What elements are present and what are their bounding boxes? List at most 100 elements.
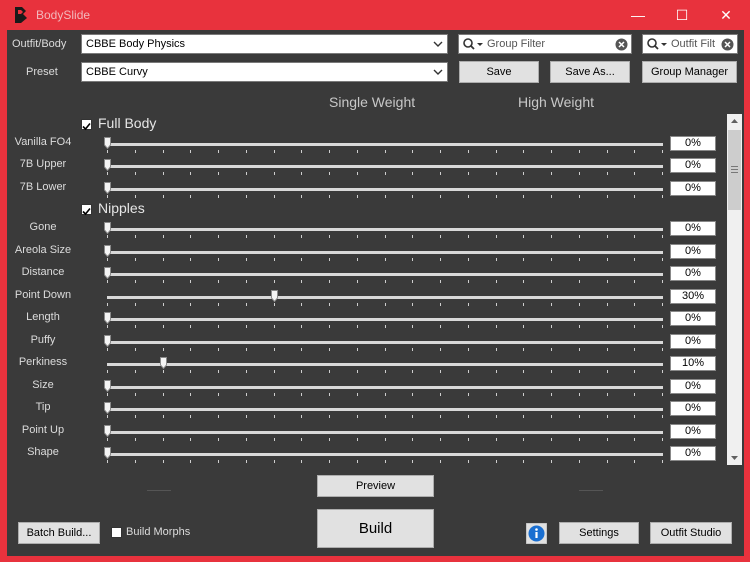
info-icon[interactable] [526, 523, 547, 544]
slider-label: 7B Lower [19, 181, 67, 193]
group-manager-button[interactable]: Group Manager [642, 61, 737, 83]
slider-ticks [107, 438, 663, 441]
slider-track[interactable] [107, 188, 663, 191]
slider-track[interactable] [107, 431, 663, 434]
slider-thumb[interactable] [104, 137, 111, 149]
clear-icon[interactable] [721, 38, 734, 51]
group-label: Nipples [98, 200, 145, 216]
slider-row: Shape 0% [7, 444, 727, 466]
slider-value-input[interactable]: 0% [670, 424, 716, 439]
single-weight-header: Single Weight [329, 94, 416, 110]
slider-value-input[interactable]: 0% [670, 158, 716, 173]
save-button[interactable]: Save [459, 61, 539, 83]
slider-track[interactable] [107, 386, 663, 389]
slider-label: Shape [27, 446, 59, 458]
slider-thumb[interactable] [104, 222, 111, 234]
preset-select[interactable]: CBBE Curvy [81, 62, 448, 82]
slider-row: Length 0% [7, 309, 727, 331]
slider-thumb[interactable] [104, 312, 111, 324]
slider-ticks [107, 280, 663, 283]
search-icon [647, 38, 667, 50]
window-title: BodySlide [36, 8, 91, 22]
slider-track[interactable] [107, 453, 663, 456]
close-button[interactable]: ✕ [704, 0, 748, 30]
slider-thumb[interactable] [104, 402, 111, 414]
slider-thumb[interactable] [104, 159, 111, 171]
slider-label: Point Up [21, 424, 65, 436]
slider-value-input[interactable]: 10% [670, 356, 716, 371]
scroll-up-icon[interactable] [730, 117, 739, 126]
outfit-body-select[interactable]: CBBE Body Physics [81, 34, 448, 54]
maximize-button[interactable]: ☐ [660, 0, 704, 30]
slider-ticks [107, 393, 663, 396]
build-morphs-checkbox[interactable] [111, 527, 122, 538]
slider-scrollbar[interactable] [727, 114, 742, 465]
outfit-body-value: CBBE Body Physics [86, 38, 186, 50]
slider-value-input[interactable]: 30% [670, 289, 716, 304]
slider-thumb[interactable] [159, 357, 167, 369]
title-bar: BodySlide — ☐ ✕ [0, 0, 750, 30]
slider-track[interactable] [107, 273, 663, 276]
outfit-studio-button[interactable]: Outfit Studio [650, 522, 732, 544]
slider-ticks [107, 415, 663, 418]
slider-thumb[interactable] [104, 380, 111, 392]
slider-value-input[interactable]: 0% [670, 266, 716, 281]
build-button[interactable]: Build [317, 509, 434, 548]
minimize-button[interactable]: — [616, 0, 660, 30]
slider-track[interactable] [107, 228, 663, 231]
group-checkbox-1[interactable] [81, 204, 92, 216]
group-label: Full Body [98, 115, 157, 131]
slider-value-input[interactable]: 0% [670, 379, 716, 394]
slider-row: 7B Lower 0% [7, 179, 727, 201]
slider-track[interactable] [107, 296, 663, 299]
preview-button[interactable]: Preview [317, 475, 434, 497]
slider-row: Distance 0% [7, 264, 727, 286]
scroll-thumb[interactable] [728, 130, 741, 210]
slider-value-input[interactable]: 0% [670, 311, 716, 326]
slider-track[interactable] [107, 408, 663, 411]
slider-track[interactable] [107, 341, 663, 344]
group-filter-input[interactable]: Group Filter [458, 34, 632, 54]
slider-value-input[interactable]: 0% [670, 446, 716, 461]
slider-value-input[interactable]: 0% [670, 401, 716, 416]
slider-value-input[interactable]: 0% [670, 244, 716, 259]
slider-row: Point Down 30% [7, 287, 727, 309]
outfit-body-label: Outfit/Body [12, 38, 67, 50]
slider-track[interactable] [107, 165, 663, 168]
slider-thumb[interactable] [104, 335, 111, 347]
slider-ticks [107, 258, 663, 261]
settings-button[interactable]: Settings [559, 522, 639, 544]
slider-label: Distance [21, 266, 65, 278]
slider-thumb[interactable] [270, 290, 278, 302]
slider-value-input[interactable]: 0% [670, 181, 716, 196]
save-as-button[interactable]: Save As... [550, 61, 630, 83]
high-weight-header: High Weight [518, 94, 595, 110]
slider-track[interactable] [107, 143, 663, 146]
group-checkbox-0[interactable] [81, 119, 92, 131]
slider-thumb[interactable] [104, 245, 111, 257]
slider-track[interactable] [107, 251, 663, 254]
outfit-filter-input[interactable]: Outfit Filter [642, 34, 738, 54]
slider-ticks [107, 172, 663, 175]
scroll-down-icon[interactable] [730, 453, 739, 462]
slider-row: 7B Upper 0% [7, 156, 727, 178]
slider-thumb[interactable] [104, 182, 111, 194]
preset-label: Preset [26, 66, 58, 78]
clear-icon[interactable] [615, 38, 628, 51]
slider-thumb[interactable] [104, 267, 111, 279]
divider [147, 490, 171, 491]
batch-build-button[interactable]: Batch Build... [18, 522, 100, 544]
slider-track[interactable] [107, 318, 663, 321]
slider-value-input[interactable]: 0% [670, 221, 716, 236]
slider-thumb[interactable] [104, 447, 111, 459]
slider-thumb[interactable] [104, 425, 111, 437]
slider-label: 7B Upper [19, 158, 67, 170]
slider-row: Perkiness 10% [7, 354, 727, 376]
slider-value-input[interactable]: 0% [670, 334, 716, 349]
preset-value: CBBE Curvy [86, 66, 148, 78]
slider-value-input[interactable]: 0% [670, 136, 716, 151]
chevron-down-icon [433, 41, 443, 47]
slider-label: Perkiness [18, 356, 68, 368]
slider-track[interactable] [107, 363, 663, 366]
bodyslide-logo-icon [15, 7, 27, 23]
